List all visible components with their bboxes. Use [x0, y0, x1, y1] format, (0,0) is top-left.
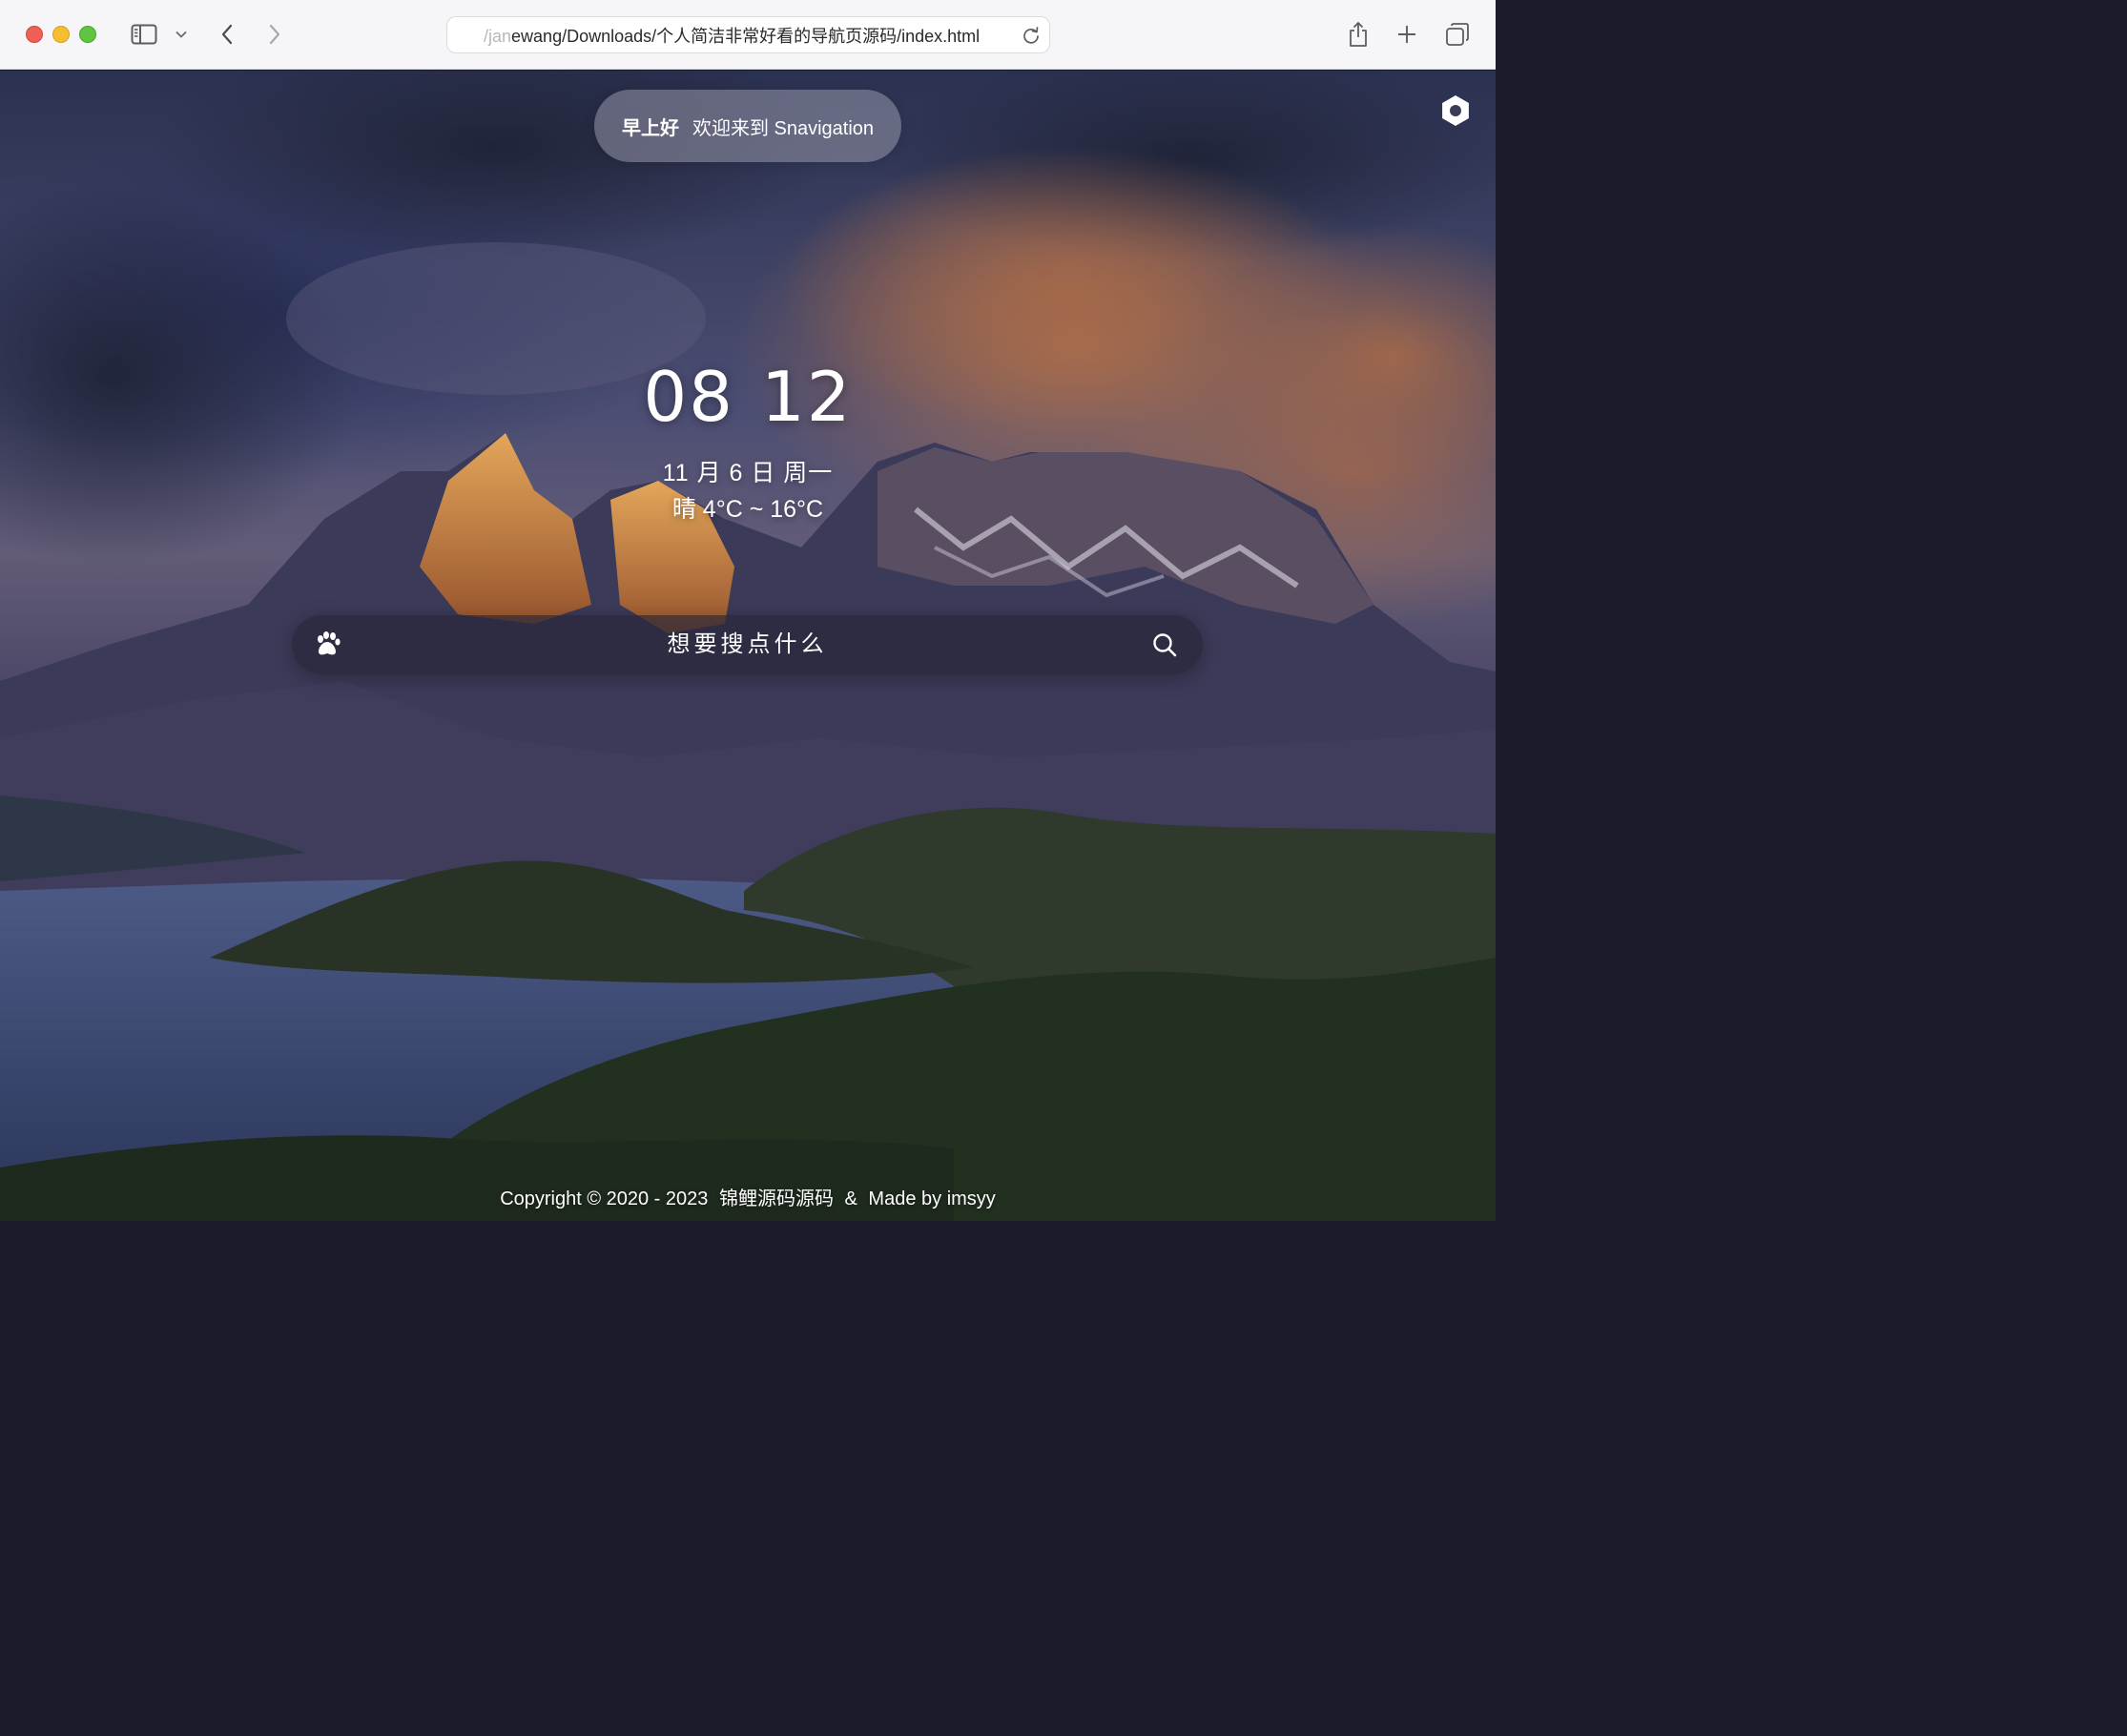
window-close-button[interactable]: [26, 26, 43, 43]
footer-separator: &: [844, 1188, 857, 1209]
share-button[interactable]: [1345, 19, 1372, 50]
share-icon: [1350, 22, 1367, 47]
chevron-right-icon: [269, 24, 280, 45]
plus-icon: [1398, 26, 1415, 43]
tab-groups-dropdown[interactable]: [173, 19, 190, 50]
clock-hours: 08: [643, 357, 734, 437]
clock-minutes: 12: [761, 357, 853, 437]
footer: Copyright © 2020 - 2023 锦鲤源码源码 & Made by…: [366, 1183, 1129, 1210]
page-viewport: 早上好 欢迎来到 Snavigation 08 12 11 月 6 日 周一 晴 …: [0, 71, 1496, 1221]
window-zoom-button[interactable]: [79, 26, 96, 43]
search-input[interactable]: [368, 625, 1126, 665]
browser-toolbar: /janewang/Downloads/个人简洁非常好看的导航页源码/index…: [0, 0, 1496, 70]
footer-credit-link[interactable]: Made by imsyy: [868, 1188, 995, 1209]
footer-owner-link[interactable]: 锦鲤源码源码: [719, 1188, 834, 1209]
date-display: 11 月 6 日 周一: [662, 460, 834, 486]
sidebar-toggle-button[interactable]: [130, 19, 158, 50]
tab-overview-button[interactable]: [1444, 19, 1471, 50]
footer-copyright: Copyright © 2020 - 2023: [500, 1188, 709, 1209]
search-bar: [292, 615, 1203, 674]
reload-icon[interactable]: [1022, 26, 1041, 45]
gear-icon[interactable]: [1439, 94, 1472, 127]
forward-button[interactable]: [263, 19, 286, 50]
address-bar-url: /janewang/Downloads/个人简洁非常好看的导航页源码/index…: [484, 27, 981, 46]
window-minimize-button[interactable]: [52, 26, 70, 43]
greeting-salutation: 早上好: [621, 117, 679, 139]
weather-display: 晴 4°C ~ 16°C: [671, 496, 824, 523]
tabs-icon: [1446, 23, 1469, 46]
greeting-message: 欢迎来到 Snavigation: [692, 117, 875, 139]
chevron-down-icon: [176, 31, 187, 38]
clock[interactable]: 08 12: [557, 357, 939, 437]
new-tab-button[interactable]: [1394, 19, 1419, 50]
address-bar[interactable]: /janewang/Downloads/个人简洁非常好看的导航页源码/index…: [446, 16, 1050, 53]
chevron-left-icon: [221, 24, 233, 45]
greeting-pill[interactable]: 早上好 欢迎来到 Snavigation: [594, 90, 901, 162]
back-button[interactable]: [216, 19, 238, 50]
sidebar-icon: [131, 24, 157, 45]
search-icon[interactable]: [1151, 631, 1178, 658]
paw-icon[interactable]: [313, 630, 341, 658]
